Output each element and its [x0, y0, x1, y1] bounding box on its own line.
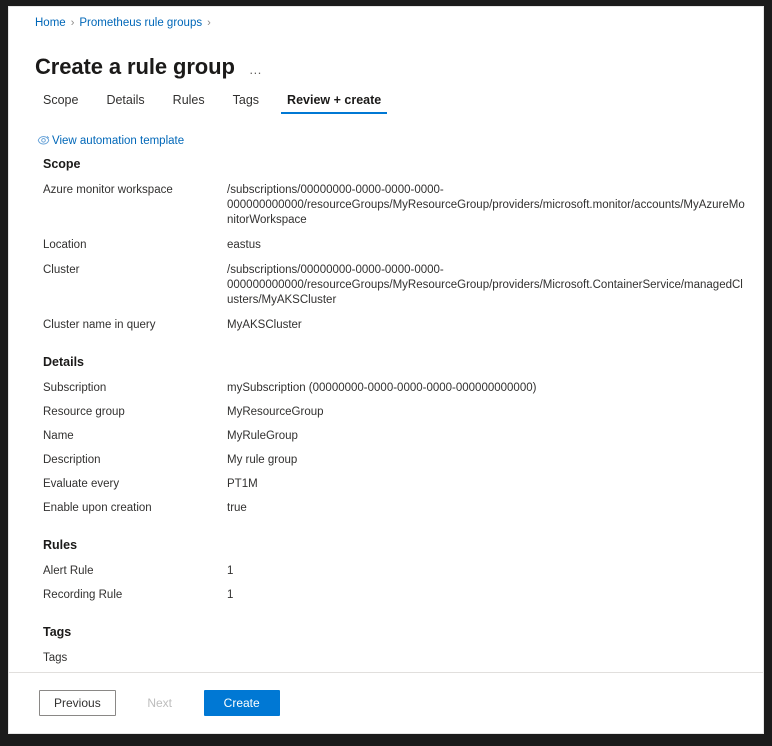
section-rules: Rules Alert Rule 1 Recording Rule 1 [9, 538, 763, 603]
row-location: Location eastus [9, 238, 763, 253]
value-cluster: /subscriptions/00000000-0000-0000-0000- … [227, 264, 743, 306]
row-alert-rule: Alert Rule 1 [9, 564, 763, 579]
row-description: Description My rule group [9, 453, 763, 468]
label-description: Description [43, 454, 101, 466]
more-options-icon[interactable]: … [249, 63, 263, 76]
label-enable-upon-creation: Enable upon creation [43, 502, 152, 514]
label-name: Name [43, 430, 74, 442]
row-name: Name MyRuleGroup [9, 429, 763, 444]
section-details: Details Subscription mySubscription (000… [9, 355, 763, 516]
create-rule-group-blade: Home › Prometheus rule groups › Create a… [8, 6, 764, 734]
row-recording-rule: Recording Rule 1 [9, 588, 763, 603]
row-azure-monitor-workspace: Azure monitor workspace /subscriptions/0… [9, 183, 763, 228]
row-evaluate-every: Evaluate every PT1M [9, 477, 763, 492]
tab-scope-label: Scope [43, 93, 79, 107]
section-scope: Scope Azure monitor workspace /subscript… [9, 157, 763, 333]
value-cluster-name-in-query: MyAKSCluster [227, 319, 302, 331]
label-alert-rule: Alert Rule [43, 565, 94, 577]
value-recording-rule: 1 [227, 589, 234, 601]
title-row: Create a rule group … [35, 37, 263, 96]
value-name: MyRuleGroup [227, 430, 298, 442]
value-evaluate-every: PT1M [227, 478, 258, 490]
view-automation-template-link[interactable]: View automation template [37, 134, 184, 147]
value-subscription: mySubscription (00000000-0000-0000-0000-… [227, 382, 537, 394]
section-rules-heading: Rules [43, 538, 78, 552]
section-tags-heading: Tags [43, 625, 72, 639]
label-subscription: Subscription [43, 382, 107, 394]
view-template-icon [37, 136, 50, 145]
value-azure-monitor-workspace: /subscriptions/00000000-0000-0000-0000- … [227, 184, 745, 226]
breadcrumb-item-home[interactable]: Home [35, 17, 66, 29]
breadcrumb-separator-icon: › [70, 17, 75, 29]
review-content: Scope Azure monitor workspace /subscript… [9, 157, 763, 667]
tab-review-create[interactable]: Review + create [273, 93, 395, 114]
label-tags: Tags [43, 652, 68, 664]
view-automation-template-label: View automation template [52, 134, 185, 147]
row-cluster-name-in-query: Cluster name in query MyAKSCluster [9, 318, 763, 333]
value-enable-upon-creation: true [227, 502, 247, 514]
label-azure-monitor-workspace: Azure monitor workspace [43, 184, 173, 196]
row-subscription: Subscription mySubscription (00000000-00… [9, 381, 763, 396]
row-enable-upon-creation: Enable upon creation true [9, 501, 763, 516]
label-location: Location [43, 239, 87, 251]
breadcrumb-separator-icon-2: › [207, 17, 211, 29]
label-cluster: Cluster [43, 264, 80, 276]
label-recording-rule: Recording Rule [43, 589, 123, 601]
tab-rules-label: Rules [172, 93, 205, 107]
tab-tags[interactable]: Tags [219, 93, 273, 114]
page-title: Create a rule group [35, 53, 235, 79]
value-alert-rule: 1 [227, 565, 234, 577]
label-resource-group: Resource group [43, 406, 125, 418]
tab-details-label: Details [106, 93, 145, 107]
tab-details[interactable]: Details [92, 93, 158, 114]
row-tags: Tags [9, 651, 763, 666]
section-details-heading: Details [43, 355, 84, 369]
value-location: eastus [227, 239, 261, 251]
tab-rules[interactable]: Rules [159, 93, 219, 114]
value-resource-group: MyResourceGroup [227, 406, 324, 418]
label-cluster-name-in-query: Cluster name in query [43, 319, 156, 331]
tab-scope[interactable]: Scope [35, 93, 92, 114]
breadcrumb: Home › Prometheus rule groups › [35, 17, 211, 29]
next-button: Next [121, 690, 198, 716]
create-button[interactable]: Create [203, 690, 280, 716]
section-scope-heading: Scope [43, 157, 81, 171]
row-cluster: Cluster /subscriptions/00000000-0000-000… [9, 263, 763, 308]
section-tags: Tags Tags [9, 625, 763, 666]
row-resource-group: Resource group MyResourceGroup [9, 405, 763, 420]
label-evaluate-every: Evaluate every [43, 478, 120, 490]
tab-review-create-label: Review + create [287, 93, 382, 107]
tab-tags-label: Tags [232, 93, 260, 107]
screenshot-frame: Home › Prometheus rule groups › Create a… [0, 0, 772, 746]
breadcrumb-item-prometheus-rule-groups[interactable]: Prometheus rule groups [79, 17, 202, 29]
previous-button[interactable]: Previous [39, 690, 116, 716]
wizard-footer: Previous Next Create [9, 673, 763, 733]
value-description: My rule group [227, 454, 298, 466]
wizard-tabs: Scope Details Rules Tags Review + create [35, 93, 395, 114]
